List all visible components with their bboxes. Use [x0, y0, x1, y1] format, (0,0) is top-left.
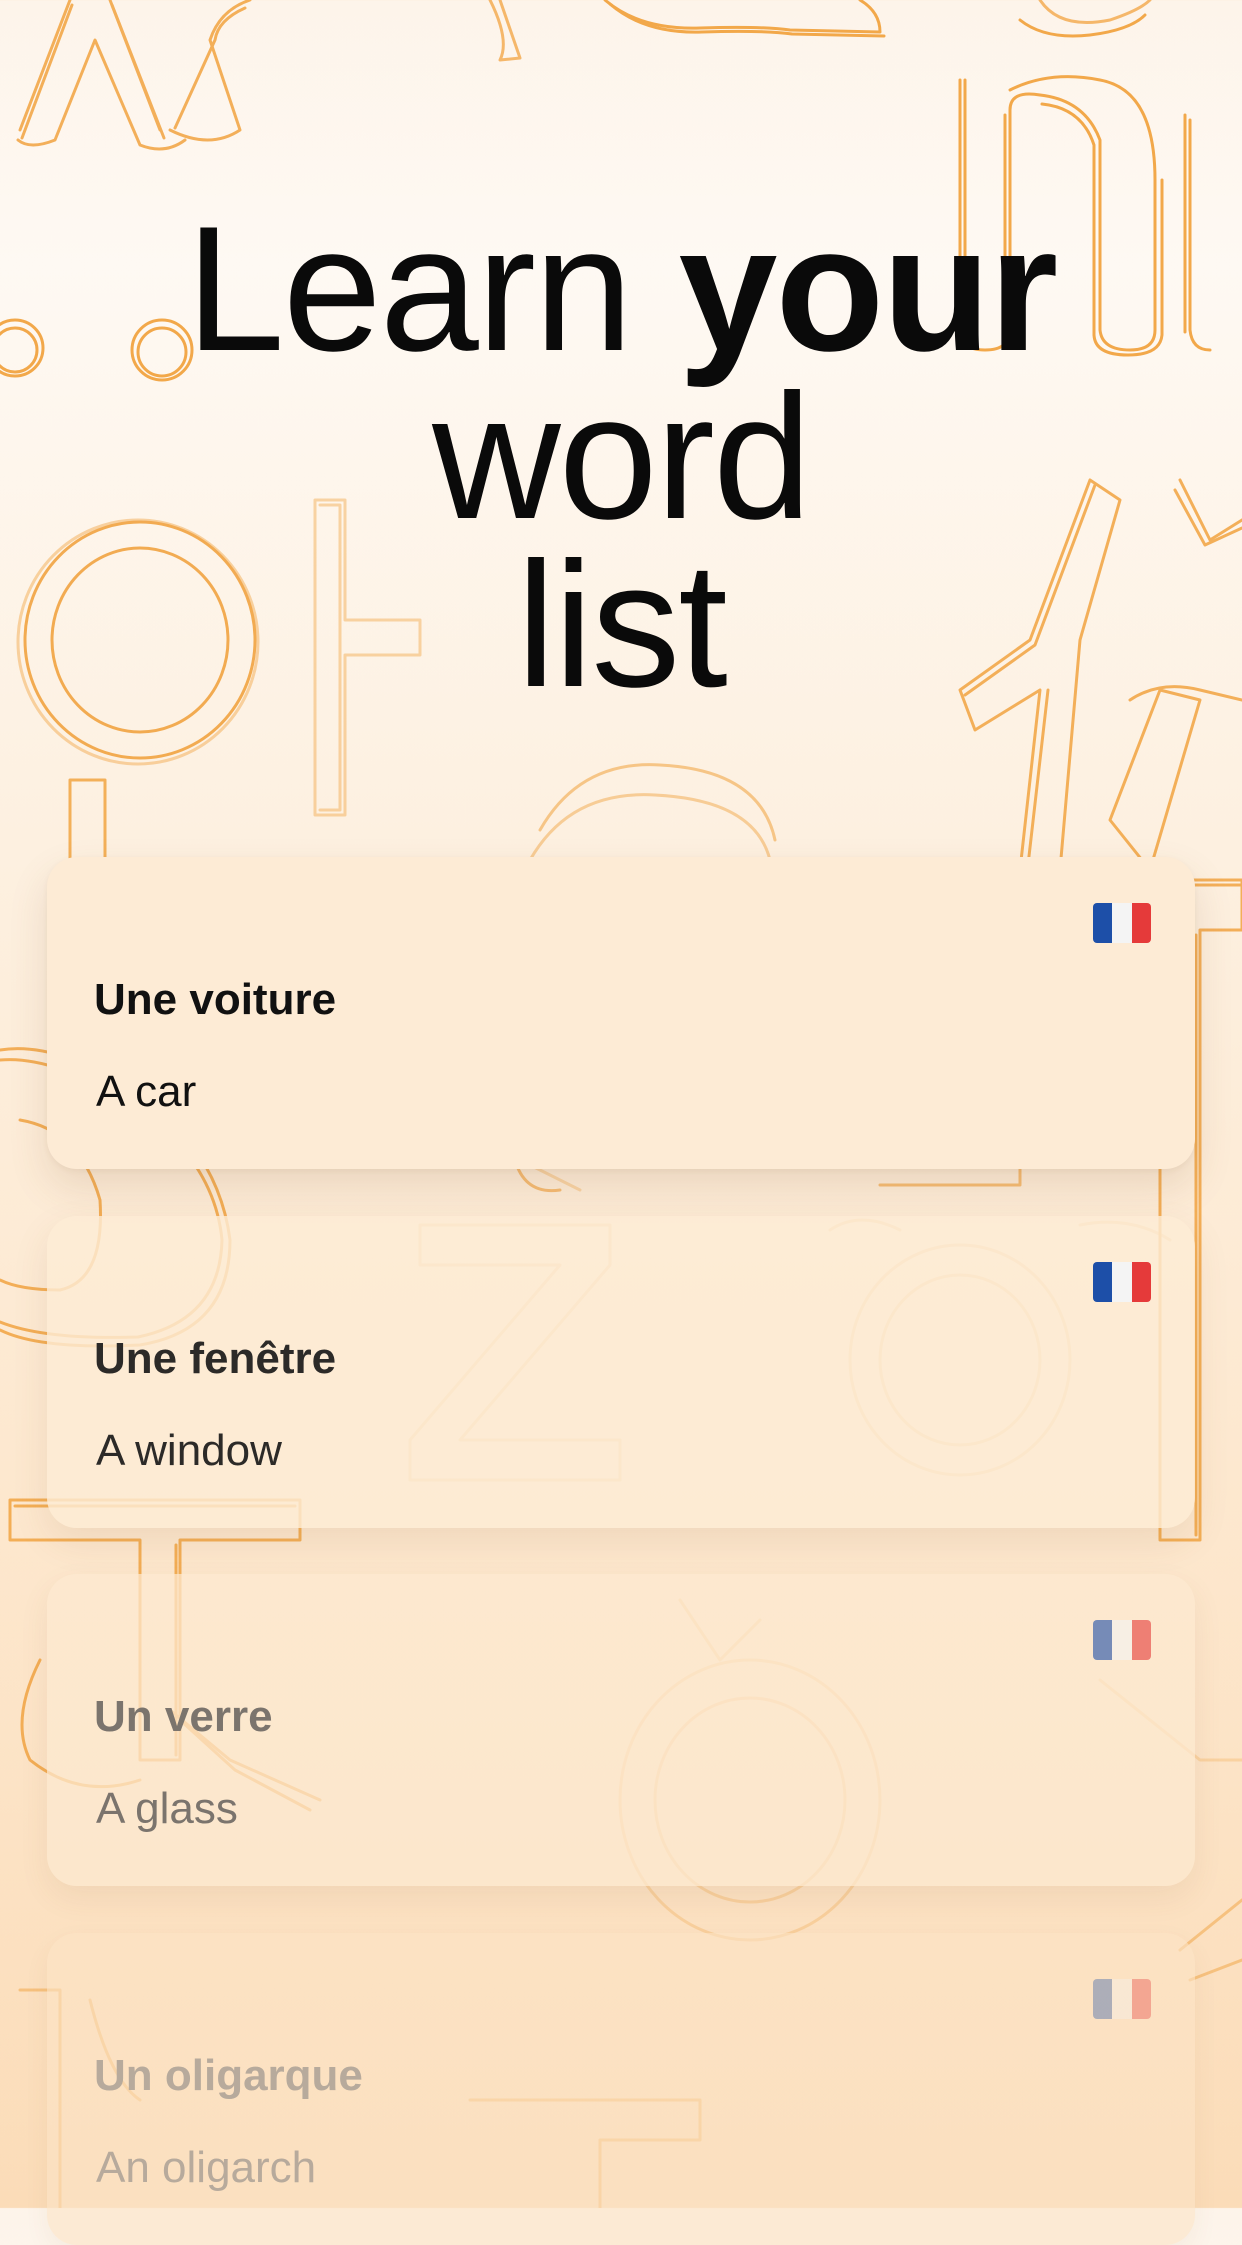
word-card-word: Un verre	[94, 1692, 273, 1741]
page-title-line-3: list	[516, 525, 728, 724]
page-title-line-1: Learn your	[0, 200, 1242, 378]
word-card[interactable]: Une fenêtre A window	[47, 1216, 1195, 1528]
word-card-translation: An oligarch	[96, 2143, 317, 2192]
word-card-translation: A glass	[96, 1784, 238, 1833]
page-title: Learn your word list	[0, 200, 1242, 724]
page-title-line-2: word	[432, 357, 812, 556]
france-flag-icon	[1093, 1979, 1151, 2019]
word-card-translation: A car	[96, 1067, 197, 1116]
word-card[interactable]: Une voiture A car	[47, 857, 1195, 1169]
word-card-translation: A window	[96, 1426, 282, 1475]
france-flag-icon	[1093, 903, 1151, 943]
word-card[interactable]: Un verre A glass	[47, 1574, 1195, 1886]
france-flag-icon	[1093, 1262, 1151, 1302]
word-card-word: Une fenêtre	[94, 1334, 337, 1383]
word-card-word: Une voiture	[94, 975, 337, 1024]
glyph-a-outline	[16, 0, 252, 151]
france-flag-icon	[1093, 1620, 1151, 1660]
word-card-word: Un oligarque	[94, 2051, 363, 2100]
word-card[interactable]: Un oligarque An oligarch	[47, 1933, 1195, 2245]
